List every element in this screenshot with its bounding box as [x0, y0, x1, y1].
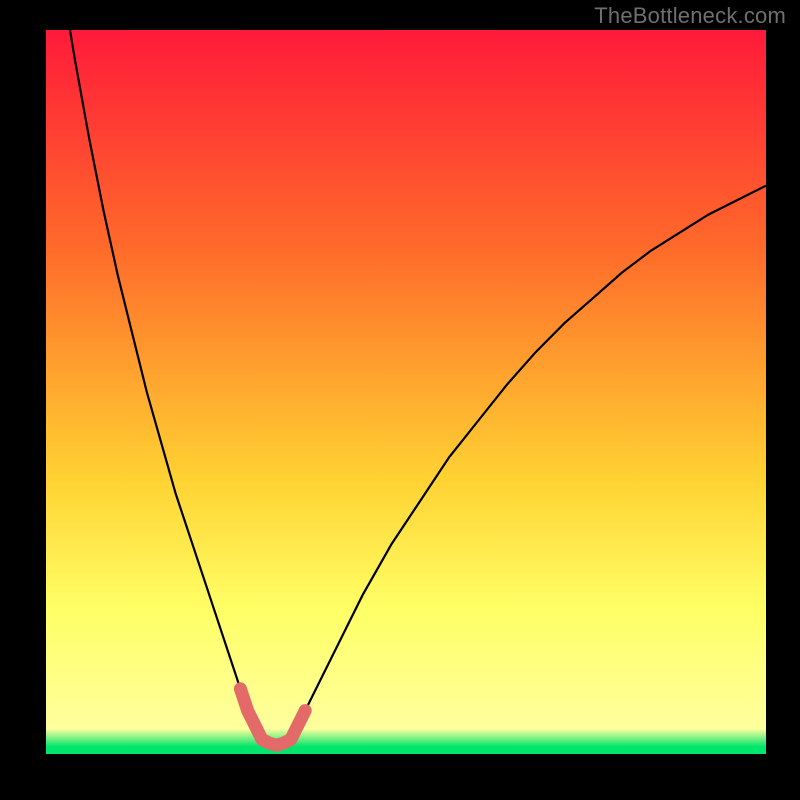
watermark-text: TheBottleneck.com: [594, 3, 786, 29]
chart-frame: TheBottleneck.com: [0, 0, 800, 800]
plot-background: [46, 30, 766, 754]
chart-svg: [0, 0, 800, 800]
